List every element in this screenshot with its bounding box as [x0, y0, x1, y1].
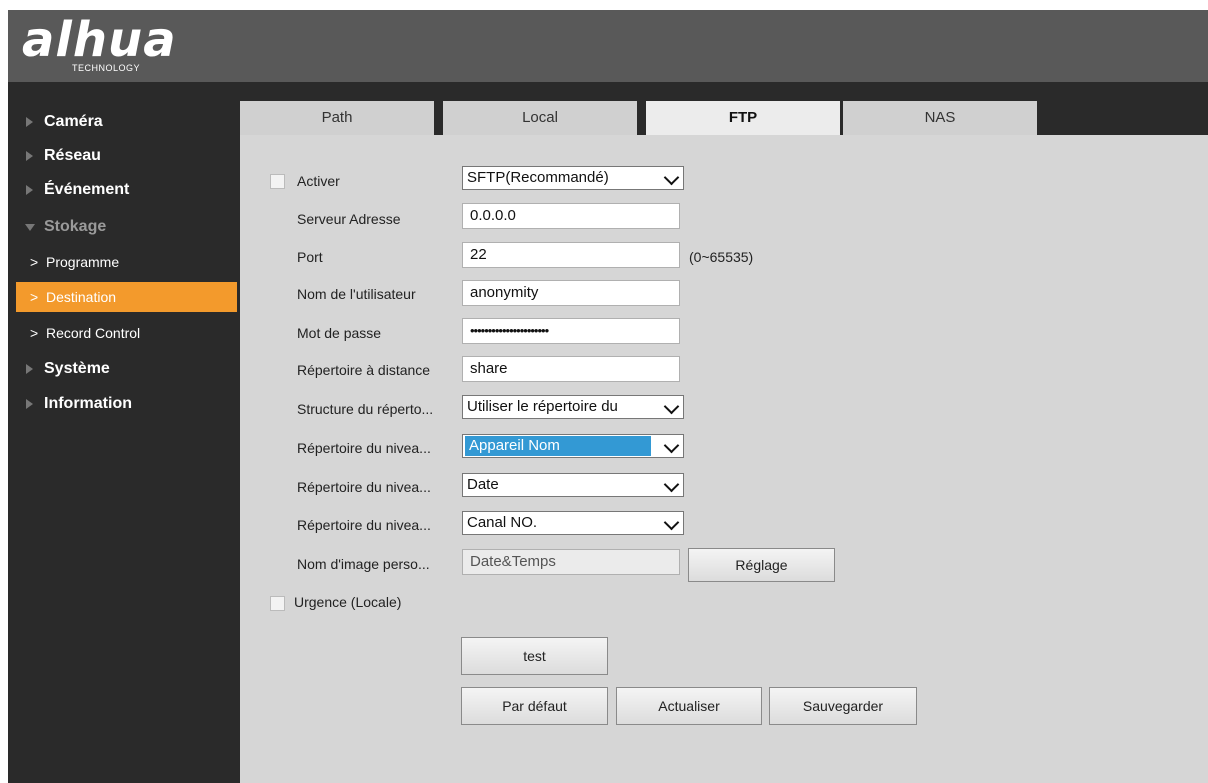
sidebar-subitem-destination[interactable]: > Destination	[16, 282, 237, 312]
protocol-select[interactable]: SFTP(Recommandé)	[462, 166, 684, 190]
chevron-down-icon	[663, 398, 680, 415]
password-input[interactable]: ••••••••••••••••••••••	[462, 318, 680, 344]
directory-structure-label: Structure du réperto...	[297, 401, 434, 417]
sidebar-item-label: Réseau	[44, 147, 101, 164]
chevron-right-icon: >	[30, 289, 39, 305]
custom-image-name-input[interactable]: Date&Temps	[462, 549, 680, 575]
directory-structure-select[interactable]: Utiliser le répertoire du	[462, 395, 684, 419]
enable-checkbox[interactable]	[270, 174, 285, 189]
remote-directory-input[interactable]: share	[462, 356, 680, 382]
enable-label: Activer	[297, 173, 340, 189]
tab-nas[interactable]: NAS	[843, 101, 1037, 135]
port-range-hint: (0~65535)	[689, 249, 754, 265]
sidebar-subitem-schedule[interactable]: > Programme	[16, 247, 237, 277]
tab-local[interactable]: Local	[443, 101, 637, 135]
triangle-right-icon	[26, 151, 33, 161]
level1-directory-value: Appareil Nom	[465, 436, 651, 456]
level1-directory-label: Répertoire du nivea...	[297, 440, 431, 456]
refresh-button[interactable]: Actualiser	[616, 687, 762, 725]
chevron-right-icon: >	[30, 325, 39, 341]
triangle-right-icon	[26, 117, 33, 127]
level3-directory-label: Répertoire du nivea...	[297, 517, 431, 533]
directory-structure-value: Utiliser le répertoire du	[467, 398, 618, 415]
tab-path[interactable]: Path	[240, 101, 434, 135]
sidebar-item-system[interactable]: Système	[8, 355, 240, 383]
sidebar-item-label: Système	[44, 360, 110, 377]
remote-directory-label: Répertoire à distance	[297, 362, 431, 378]
chevron-down-icon	[663, 169, 680, 186]
emergency-checkbox[interactable]	[270, 596, 285, 611]
header-bar: alhua TECHNOLOGY	[8, 10, 1208, 82]
level3-directory-select[interactable]: Canal NO.	[462, 511, 684, 535]
dahua-logo: alhua TECHNOLOGY	[22, 12, 222, 76]
triangle-right-icon	[26, 399, 33, 409]
chevron-down-icon	[663, 437, 680, 454]
sidebar-subitem-label: Programme	[46, 254, 120, 270]
settings-button[interactable]: Réglage	[688, 548, 835, 582]
sidebar-item-network[interactable]: Réseau	[8, 142, 240, 170]
level2-directory-label: Répertoire du nivea...	[297, 479, 431, 495]
chevron-right-icon: >	[30, 254, 39, 270]
protocol-value: SFTP(Recommandé)	[467, 169, 609, 186]
server-address-input[interactable]: 0.0.0.0	[462, 203, 680, 229]
triangle-right-icon	[26, 185, 33, 195]
level2-directory-select[interactable]: Date	[462, 473, 684, 497]
sidebar-item-storage[interactable]: Stokage	[8, 213, 240, 241]
tab-ftp[interactable]: FTP	[646, 101, 840, 135]
logo-text: alhua	[22, 12, 177, 68]
sidebar-item-label: Caméra	[44, 113, 103, 130]
sidebar-item-event[interactable]: Événement	[8, 176, 240, 204]
emergency-label: Urgence (Locale)	[294, 594, 402, 610]
main-panel: Path Local FTP NAS Activer SFTP(Recomman…	[240, 97, 1208, 783]
chevron-down-icon	[663, 514, 680, 531]
port-input[interactable]: 22	[462, 242, 680, 268]
username-label: Nom de l'utilisateur	[297, 286, 416, 302]
sidebar-item-label: Événement	[44, 181, 130, 198]
triangle-right-icon	[26, 364, 33, 374]
sidebar-subitem-label: Destination	[46, 289, 117, 305]
level2-directory-value: Date	[467, 476, 499, 493]
sidebar-item-information[interactable]: Information	[8, 390, 240, 418]
custom-image-name-label: Nom d'image perso...	[297, 556, 430, 572]
chevron-down-icon	[663, 476, 680, 493]
save-button[interactable]: Sauvegarder	[769, 687, 917, 725]
sidebar-item-label: Stokage	[44, 218, 107, 235]
test-button[interactable]: test	[461, 637, 608, 675]
level1-directory-select[interactable]: Appareil Nom	[462, 434, 684, 458]
username-input[interactable]: anonymity	[462, 280, 680, 306]
app-window: alhua TECHNOLOGY Caméra Réseau Événement…	[8, 10, 1208, 783]
port-label: Port	[297, 249, 323, 265]
tab-bar: Path Local FTP NAS	[240, 97, 1208, 135]
server-address-label: Serveur Adresse	[297, 211, 401, 227]
sidebar-subitem-record-control[interactable]: > Record Control	[16, 318, 237, 348]
sidebar: Caméra Réseau Événement Stokage > Progra…	[8, 92, 240, 783]
logo-subtext: TECHNOLOGY	[72, 63, 141, 73]
password-label: Mot de passe	[297, 325, 382, 341]
default-button[interactable]: Par défaut	[461, 687, 608, 725]
sidebar-item-label: Information	[44, 395, 132, 412]
triangle-down-icon	[25, 224, 35, 231]
level3-directory-value: Canal NO.	[467, 514, 538, 531]
sidebar-subitem-label: Record Control	[46, 325, 141, 341]
sidebar-item-camera[interactable]: Caméra	[8, 108, 240, 136]
